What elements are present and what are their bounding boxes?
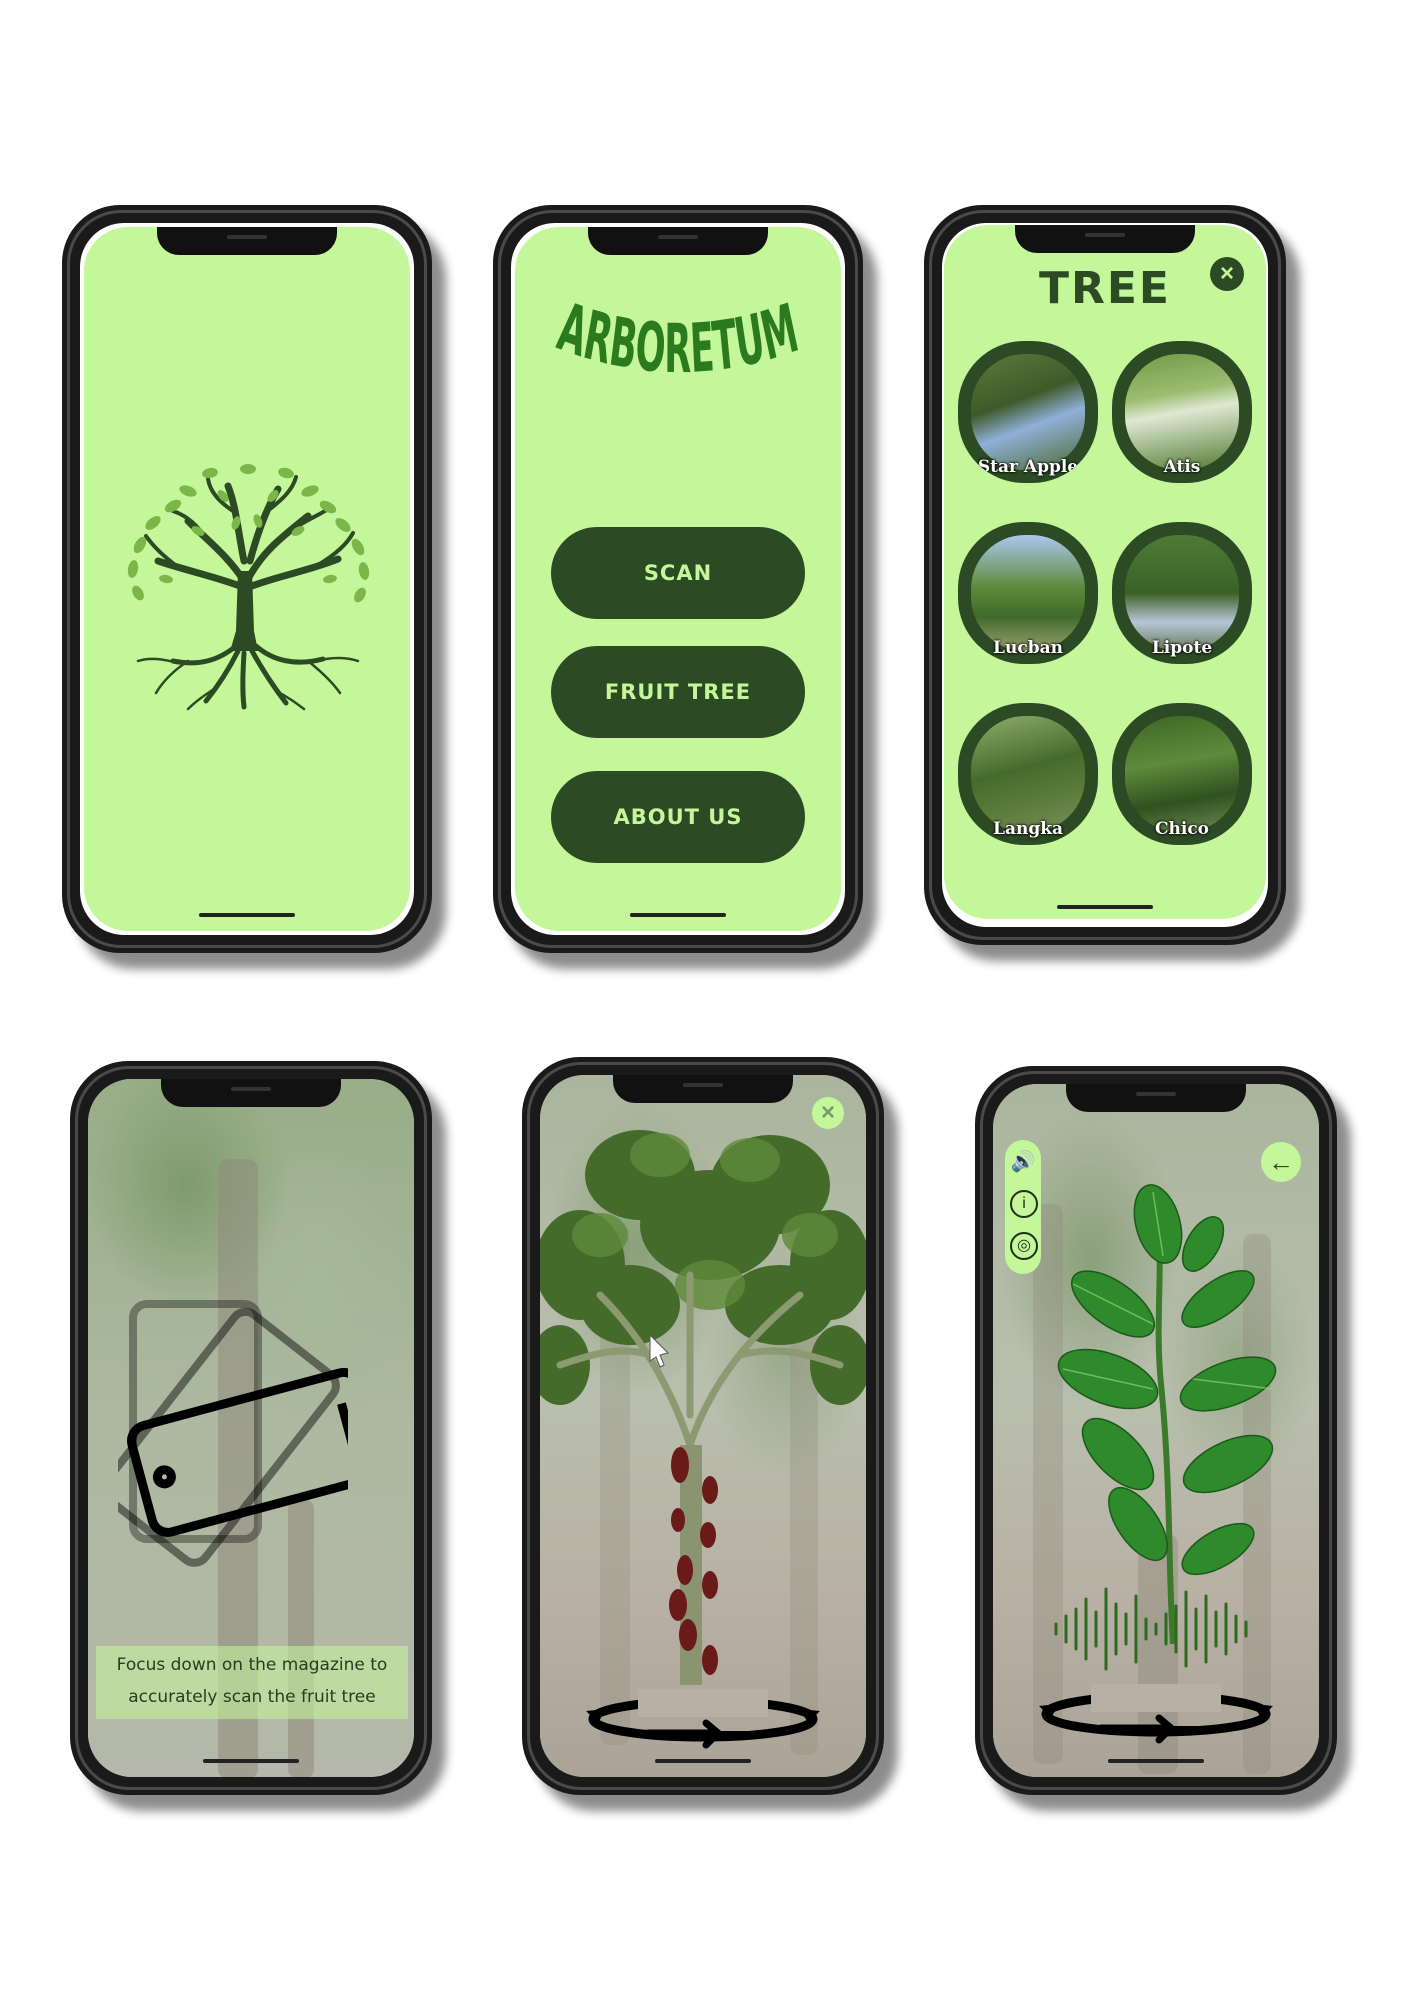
scan-instruction: Focus down on the magazine to accurately… <box>96 1646 408 1719</box>
phone-splash <box>62 205 432 953</box>
ar-plant-screen: 🔊 i ◎ ← <box>993 1084 1319 1777</box>
tree-card-star-apple[interactable]: Star Apple <box>958 341 1098 483</box>
tree-of-life-logo <box>127 464 370 711</box>
rotate-arrow-icon[interactable] <box>1031 1684 1281 1754</box>
tree-label: Lucban <box>993 638 1063 658</box>
3d-tree-model <box>540 1130 866 1685</box>
tree-card-lipote[interactable]: Lipote <box>1112 522 1252 664</box>
about-us-button[interactable]: ABOUT US <box>551 771 805 863</box>
splash-screen <box>84 227 410 931</box>
tree-list-screen: TREE × Star Apple Atis Lucban Lipote Lan… <box>944 225 1266 919</box>
tree-label: Lipote <box>1151 638 1213 658</box>
phone-menu: ARBORETUM SCAN FRUIT TREE ABOUT US <box>493 205 863 953</box>
phone-tree-list: TREE × Star Apple Atis Lucban Lipote Lan… <box>924 205 1286 945</box>
tree-label: Atis <box>1163 457 1201 477</box>
app-title: ARBORETUM <box>551 302 804 389</box>
scan-screen: Focus down on the magazine to accurately… <box>88 1079 414 1777</box>
sound-wave-icon <box>1054 1587 1248 1671</box>
back-arrow-icon[interactable]: ← <box>1261 1142 1301 1182</box>
tree-card-lucban[interactable]: Lucban <box>958 522 1098 664</box>
phone-ar-tree: × <box>522 1057 884 1795</box>
tree-label: Star Apple <box>977 457 1079 477</box>
svg-text:ARBORETUM: ARBORETUM <box>551 302 804 389</box>
phone-scan: Focus down on the magazine to accurately… <box>70 1061 432 1795</box>
phone-ar-plant: 🔊 i ◎ ← <box>975 1066 1337 1795</box>
tilt-phone-icon <box>118 1300 348 1567</box>
tree-card-langka[interactable]: Langka <box>958 703 1098 845</box>
tree-card-chico[interactable]: Chico <box>1112 703 1252 845</box>
rotate-arrow-icon[interactable] <box>578 1689 828 1759</box>
menu-screen: ARBORETUM SCAN FRUIT TREE ABOUT US <box>515 227 841 931</box>
fruit-tree-button[interactable]: FRUIT TREE <box>551 646 805 738</box>
ar-tree-screen: × <box>540 1075 866 1777</box>
tree-card-atis[interactable]: Atis <box>1112 341 1252 483</box>
tree-label: Langka <box>992 819 1063 839</box>
scan-button[interactable]: SCAN <box>551 527 805 619</box>
tree-label: Chico <box>1154 819 1210 839</box>
close-icon[interactable]: × <box>1210 257 1244 291</box>
speaker-icon[interactable]: 🔊 <box>1009 1148 1037 1176</box>
3d-plant-model <box>1057 1184 1277 1644</box>
